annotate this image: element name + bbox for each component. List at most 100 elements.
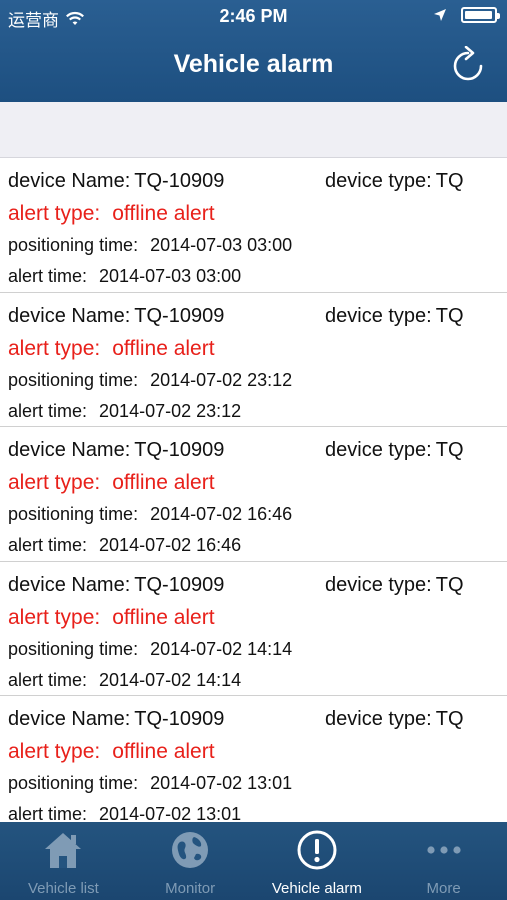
alarm-list-item[interactable]: device Name: TQ-10909 device type: TQ aler… <box>0 292 507 427</box>
alert-type-label: alert type: <box>8 471 101 494</box>
alarm-list-item[interactable]: device Name: TQ-10909 device type: TQ aler… <box>0 696 507 822</box>
alert-time-value: 2014-07-02 23:12 <box>99 400 242 421</box>
alert-time-row: alert time: 2014-07-02 23:12 <box>8 401 241 422</box>
alert-type-label: alert type: <box>8 202 101 225</box>
alert-type-value: offline alert <box>112 336 215 360</box>
alert-type-value: offline alert <box>112 740 215 763</box>
status-time: 2:46 PM <box>219 6 288 26</box>
positioning-time-value: 2014-07-02 13:01 <box>150 773 293 793</box>
positioning-time-row: positioning time: 2014-07-02 16:46 <box>8 504 292 525</box>
alert-time-row: alert time: 2014-07-02 14:14 <box>8 670 241 691</box>
alarm-list-item[interactable]: device Name: TQ-10909 device type: TQ aler… <box>0 158 507 293</box>
device-type-label: device type: <box>325 708 432 730</box>
device-type-label: device type: <box>325 304 432 327</box>
device-type-row: device type: TQ <box>325 305 464 328</box>
device-type-value: TQ <box>435 170 464 192</box>
positioning-time-value: 2014-07-02 16:46 <box>150 504 293 524</box>
device-type-row: device type: TQ <box>325 708 464 731</box>
device-name-label: device Name: <box>8 708 131 730</box>
status-right <box>433 7 500 23</box>
status-bar: 运营商 2:46 PM <box>0 0 507 34</box>
tab-monitor[interactable]: Monitor <box>127 822 254 900</box>
device-name-label: device Name: <box>8 304 131 327</box>
alert-time-row: alert time: 2014-07-02 13:01 <box>8 804 241 822</box>
positioning-time-value: 2014-07-02 14:14 <box>150 638 293 659</box>
alert-type-label: alert type: <box>8 740 101 763</box>
alert-type-value: offline alert <box>112 202 215 225</box>
alert-time-label: alert time: <box>8 535 88 555</box>
device-name-row: device Name: TQ-10909 <box>8 170 224 193</box>
device-type-row: device type: TQ <box>325 574 464 597</box>
top-bar: 运营商 2:46 PM Vehicle alarm <box>0 0 507 102</box>
positioning-time-row: positioning time: 2014-07-02 23:12 <box>8 370 292 391</box>
alert-type-row: alert type: offline alert <box>8 337 215 361</box>
alert-icon <box>295 828 339 872</box>
alert-time-label: alert time: <box>8 266 88 286</box>
alert-type-row: alert type: offline alert <box>8 606 215 630</box>
alert-time-label: alert time: <box>8 669 88 690</box>
tab-bar: Vehicle list Monitor Vehicle alarm More <box>0 822 507 900</box>
device-name-value: TQ-10909 <box>134 573 225 596</box>
device-name-row: device Name: TQ-10909 <box>8 574 224 597</box>
alert-time-row: alert time: 2014-07-03 03:00 <box>8 266 241 287</box>
tab-vehicle-alarm[interactable]: Vehicle alarm <box>254 822 381 900</box>
alert-type-value: offline alert <box>112 471 215 494</box>
positioning-time-value: 2014-07-02 23:12 <box>150 369 293 390</box>
page-title: Vehicle alarm <box>173 50 334 78</box>
alarm-list-item[interactable]: device Name: TQ-10909 device type: TQ aler… <box>0 427 507 562</box>
alert-type-label: alert type: <box>8 605 101 629</box>
alert-type-label: alert type: <box>8 336 101 360</box>
alert-time-label: alert time: <box>8 804 88 822</box>
positioning-time-label: positioning time: <box>8 504 139 524</box>
alert-time-row: alert time: 2014-07-02 16:46 <box>8 535 241 556</box>
refresh-button[interactable] <box>451 45 485 84</box>
device-type-label: device type: <box>325 439 432 461</box>
device-name-value: TQ-10909 <box>134 439 225 461</box>
device-name-value: TQ-10909 <box>134 170 225 192</box>
alert-type-row: alert type: offline alert <box>8 471 215 495</box>
battery-icon <box>461 7 500 23</box>
device-name-row: device Name: TQ-10909 <box>8 439 224 462</box>
tab-label: Vehicle alarm <box>271 880 362 897</box>
alert-type-row: alert type: offline alert <box>8 740 215 764</box>
device-name-label: device Name: <box>8 573 131 596</box>
device-type-value: TQ <box>435 439 464 461</box>
device-name-value: TQ-10909 <box>134 304 225 327</box>
positioning-time-value: 2014-07-03 03:00 <box>150 235 293 255</box>
tab-label: Monitor <box>165 880 216 897</box>
battery-fill <box>465 11 492 19</box>
tab-label: Vehicle list <box>27 880 99 897</box>
positioning-time-label: positioning time: <box>8 369 139 390</box>
device-type-label: device type: <box>325 573 432 596</box>
positioning-time-row: positioning time: 2014-07-02 14:14 <box>8 639 292 660</box>
refresh-icon <box>453 45 483 81</box>
alert-time-value: 2014-07-03 03:00 <box>99 266 242 286</box>
device-type-row: device type: TQ <box>325 170 464 193</box>
device-type-value: TQ <box>435 304 464 327</box>
device-type-value: TQ <box>435 708 464 730</box>
more-dots-icon <box>422 828 466 872</box>
alarm-list-item[interactable]: device Name: TQ-10909 device type: TQ aler… <box>0 561 507 696</box>
device-type-value: TQ <box>435 573 464 596</box>
device-name-value: TQ-10909 <box>134 708 225 730</box>
tab-label: More <box>426 880 461 897</box>
positioning-time-label: positioning time: <box>8 638 139 659</box>
device-name-row: device Name: TQ-10909 <box>8 305 224 328</box>
alert-time-label: alert time: <box>8 400 88 421</box>
device-name-label: device Name: <box>8 439 131 461</box>
device-type-label: device type: <box>325 170 432 192</box>
device-name-row: device Name: TQ-10909 <box>8 708 224 731</box>
positioning-time-label: positioning time: <box>8 773 139 793</box>
alert-time-value: 2014-07-02 14:14 <box>99 669 242 690</box>
alarm-list[interactable]: device Name: TQ-10909 device type: TQ aler… <box>0 158 507 822</box>
alert-time-value: 2014-07-02 13:01 <box>99 804 242 822</box>
positioning-time-label: positioning time: <box>8 235 139 255</box>
header-spacer <box>0 102 507 158</box>
tab-vehicle-list[interactable]: Vehicle list <box>0 822 127 900</box>
alert-time-value: 2014-07-02 16:46 <box>99 535 242 555</box>
device-type-row: device type: TQ <box>325 439 464 462</box>
globe-icon <box>168 828 212 872</box>
tab-more[interactable]: More <box>380 822 507 900</box>
house-icon <box>41 828 85 872</box>
device-name-label: device Name: <box>8 170 131 192</box>
